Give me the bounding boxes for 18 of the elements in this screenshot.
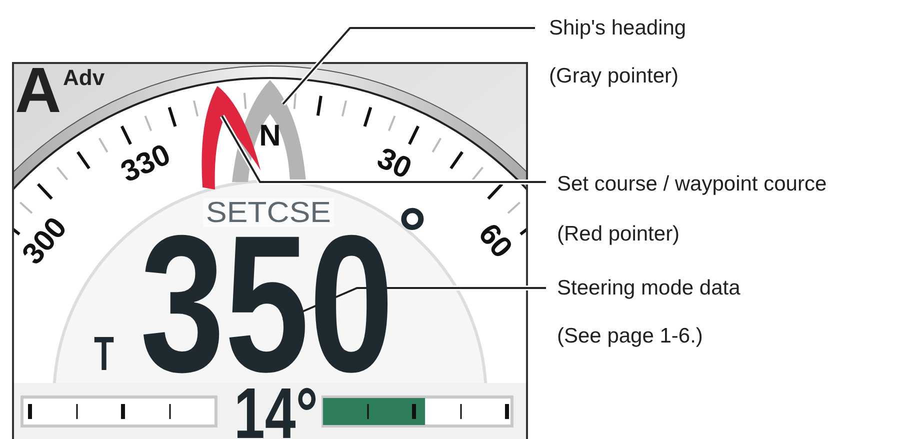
rudder-angle: 14° — [234, 374, 343, 439]
mode-label: Adv — [63, 65, 105, 90]
callout-note: (Gray pointer) — [549, 64, 679, 88]
callout-title: Steering mode data — [557, 276, 740, 300]
callout-note: (See page 1-6.) — [557, 324, 703, 348]
mode-letter: A — [15, 63, 62, 126]
degree-mark: ° — [398, 194, 427, 274]
compass-label: 330 — [116, 138, 176, 190]
callout-title: Ship's heading — [549, 16, 686, 40]
compass-label: N — [259, 120, 281, 152]
compass-label: 60 — [472, 218, 519, 264]
compass-label: 30 — [372, 142, 416, 186]
compass-label: 300 — [16, 211, 74, 271]
callout-note: (Red pointer) — [557, 222, 680, 246]
course-value: 350 — [140, 234, 394, 374]
data-label: SETCSE — [203, 197, 334, 229]
callout-title: Set course / waypoint cource — [557, 172, 827, 196]
reference-label: T — [94, 328, 124, 381]
